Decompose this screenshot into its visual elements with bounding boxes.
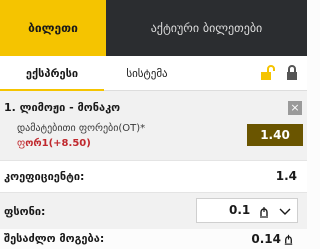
top-tabs: ბილეთი აქტიური ბილეთები [0,0,307,56]
stake-label: ფსონი: [4,205,46,218]
coefficient-value: 1.4 [275,169,297,183]
tab-active-tickets[interactable]: აქტიური ბილეთები [106,0,307,56]
lock-icon[interactable] [283,64,301,82]
selection-handicap: (+8.50) [48,138,91,149]
currency-icon [284,234,293,245]
stake-input[interactable]: 0.1 [196,198,298,223]
bet-type-tabs: ექსპრესი სისტემა [0,56,307,92]
odds-badge: 1.40 [247,124,303,146]
tab-system[interactable]: სისტემა [104,56,190,91]
currency-icon [260,207,268,218]
event-title: 1. ლიმოჟი - მონაკო [4,101,121,114]
chevron-down-icon[interactable] [279,207,291,217]
tab-express[interactable]: ექსპრესი [0,56,104,92]
coefficient-label: კოეფიციენტი: [4,170,85,183]
market-name: დამატებითი ფორები(OT)* [17,123,146,134]
possible-win-value: 0.14 [251,232,281,246]
possible-win-label: შესაძლო მოგება: [4,232,105,245]
selection-label: ფორ1(+8.50) [17,138,91,149]
selection-main: ორ1 [25,138,49,149]
tab-ticket[interactable]: ბილეთი [0,0,106,56]
unlock-icon[interactable] [258,64,276,82]
stake-row: ფსონი: 0.1 [0,193,307,229]
stake-value[interactable]: 0.1 [229,203,250,217]
close-icon[interactable]: × [288,101,302,115]
bet-slip-item: 1. ლიმოჟი - მონაკო დამატებითი ფორები(OT)… [0,91,307,161]
possible-win-row: შესაძლო მოგება: 0.14 [0,229,307,249]
coefficient-row: კოეფიციენტი: 1.4 [0,161,307,193]
